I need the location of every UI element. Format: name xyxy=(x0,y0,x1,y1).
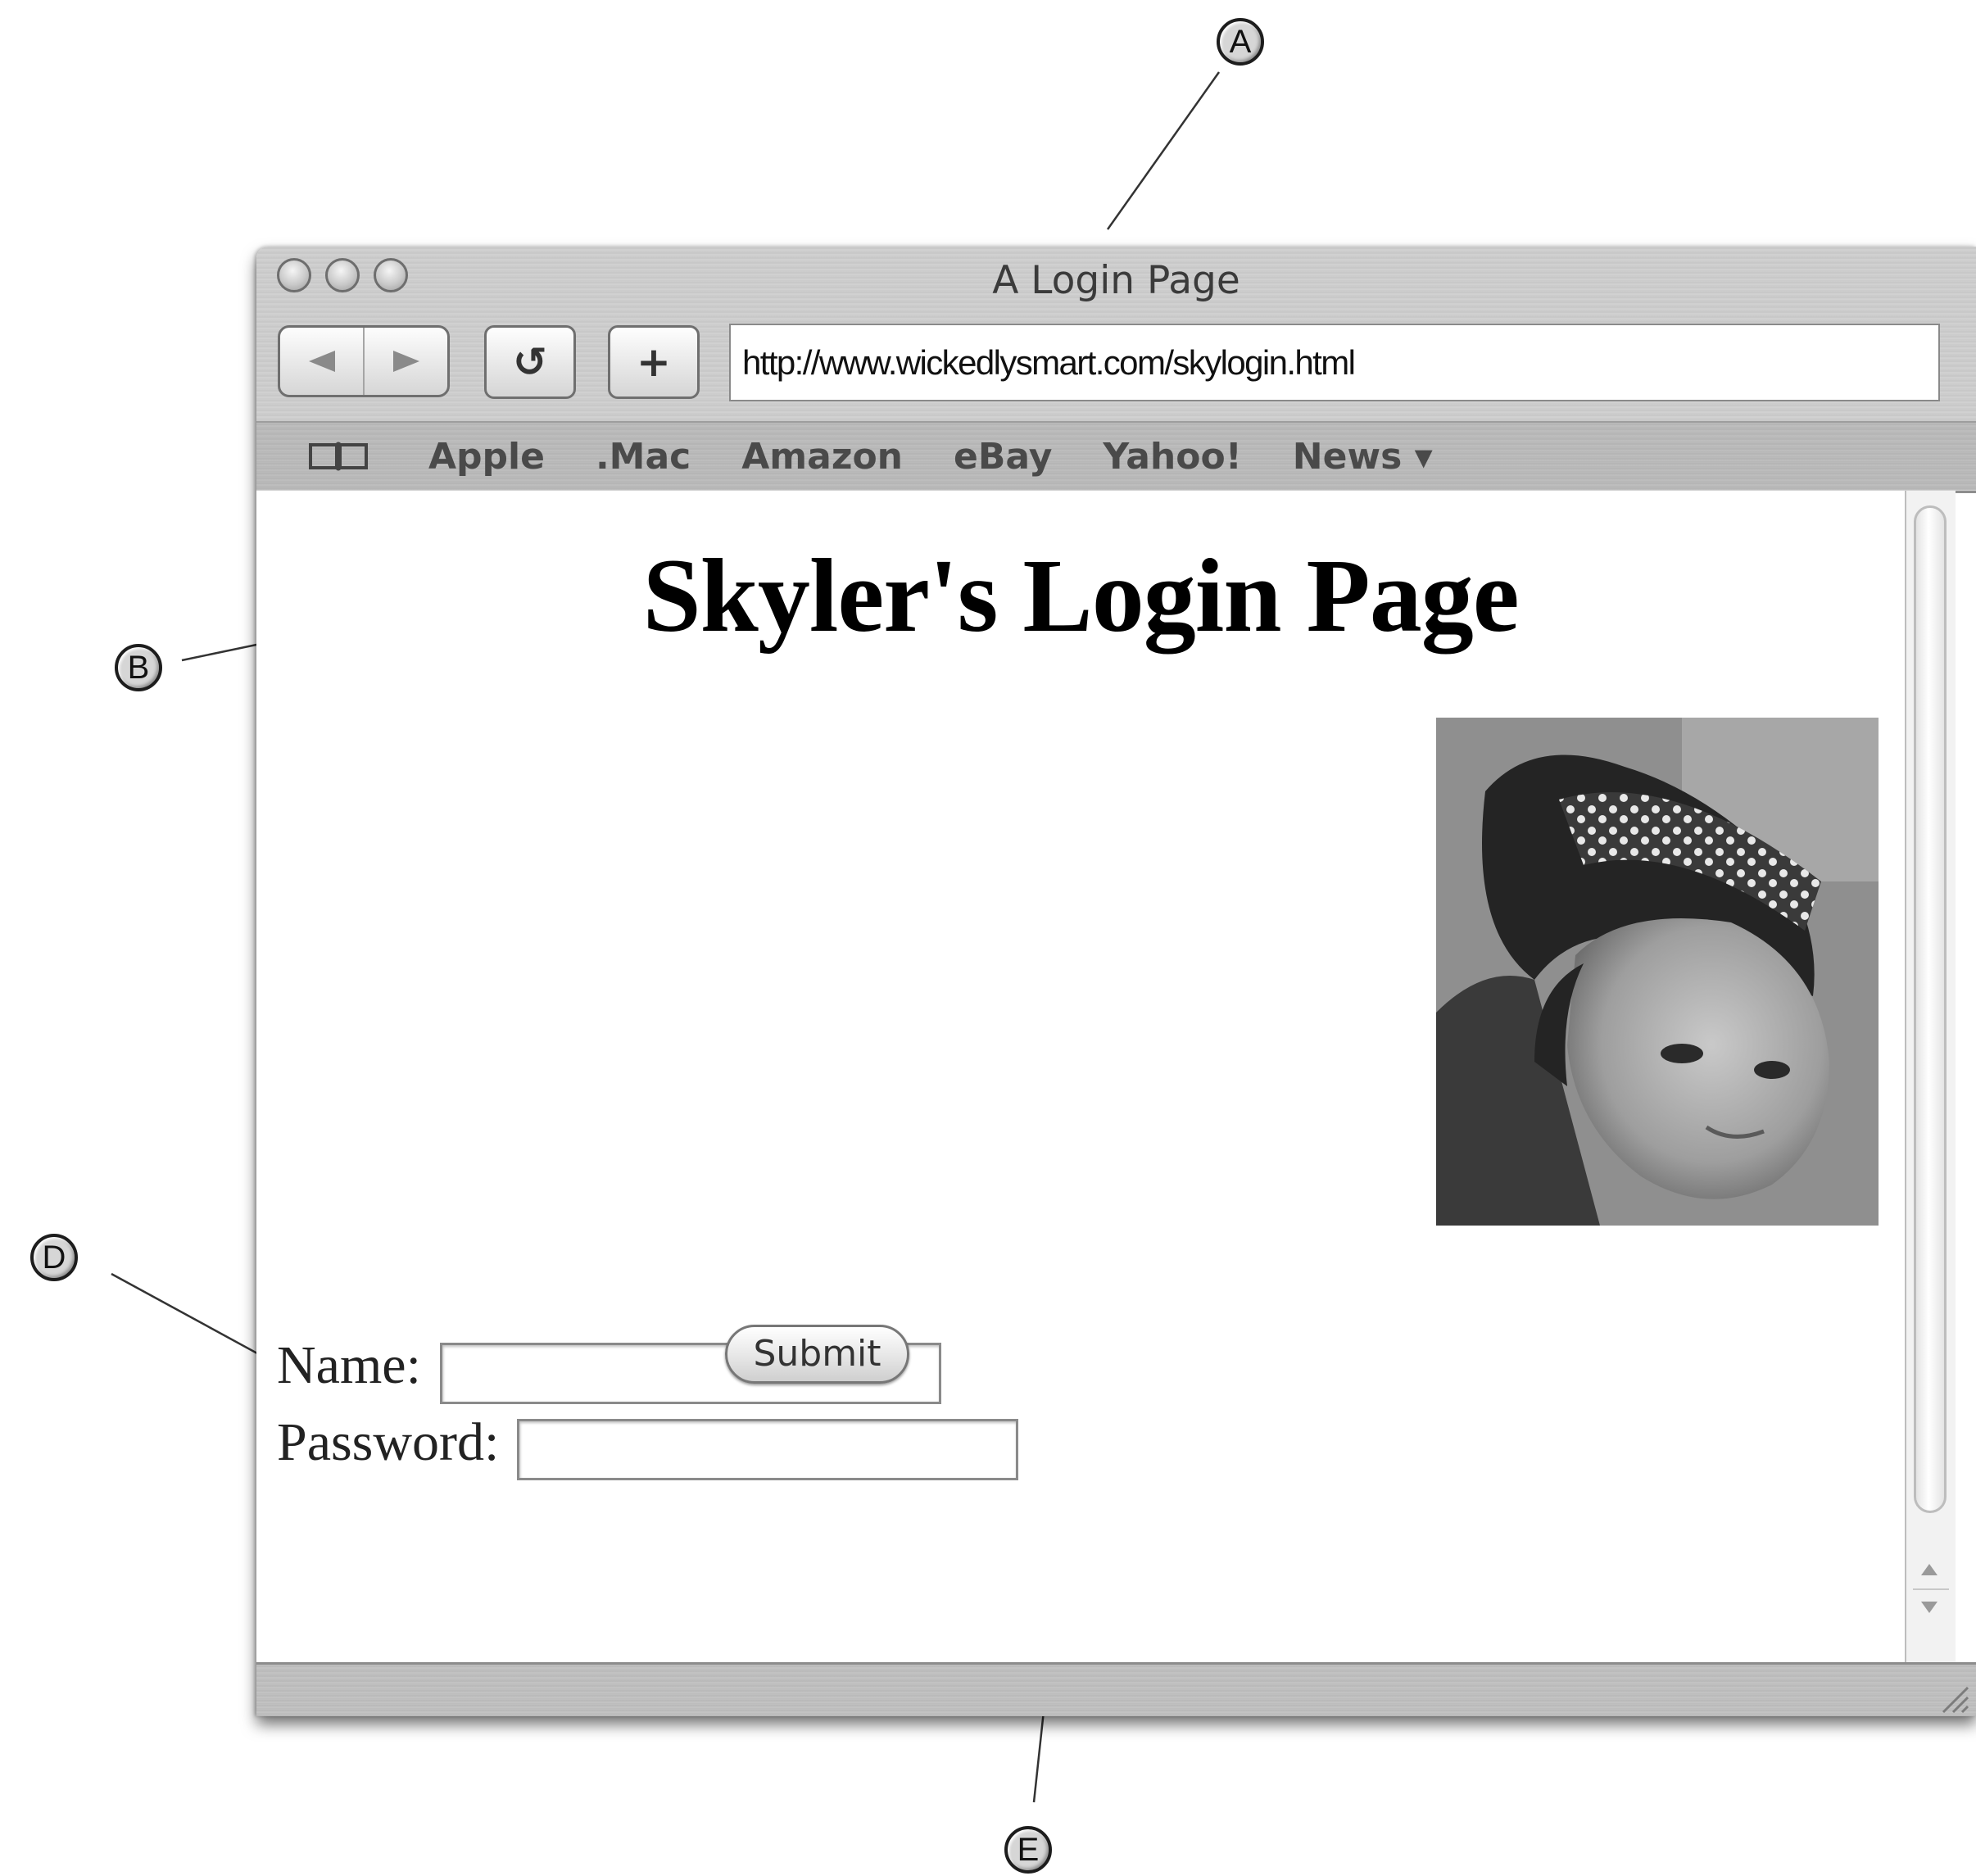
url-text: http://www.wickedlysmart.com/skylogin.ht… xyxy=(742,342,1356,382)
scroll-down-arrow-icon[interactable] xyxy=(1921,1602,1937,1613)
bookmarks-bar: Apple .Mac Amazon eBay Yahoo! News ▾ xyxy=(256,421,1976,490)
submit-label: Submit xyxy=(753,1332,881,1375)
callout-e: E xyxy=(1004,1826,1052,1874)
browser-window: A Login Page ↺ + http://www.wickedlysmar… xyxy=(256,247,1976,1716)
address-bar[interactable]: http://www.wickedlysmart.com/skylogin.ht… xyxy=(729,324,1940,401)
page-title: Skyler's Login Page xyxy=(642,537,1519,654)
back-arrow-icon xyxy=(308,351,335,372)
name-label: Name: xyxy=(277,1335,421,1395)
forward-arrow-icon xyxy=(392,351,419,372)
resize-grip-icon[interactable] xyxy=(1937,1681,1969,1714)
reload-icon: ↺ xyxy=(513,338,547,386)
back-forward-control xyxy=(278,325,450,397)
back-button[interactable] xyxy=(280,328,365,395)
submit-button[interactable]: Submit xyxy=(725,1325,909,1384)
reload-button[interactable]: ↺ xyxy=(484,325,576,399)
bookmarks-book-icon[interactable] xyxy=(306,440,371,473)
forward-button[interactable] xyxy=(365,328,447,395)
vertical-scrollbar[interactable] xyxy=(1905,491,1956,1662)
window-chrome: A Login Page ↺ + http://www.wickedlysmar… xyxy=(256,247,1976,493)
bookmark-mac[interactable]: .Mac xyxy=(596,436,691,478)
password-label: Password: xyxy=(277,1412,500,1472)
scrollbar-thumb[interactable] xyxy=(1914,505,1947,1513)
bookmark-amazon[interactable]: Amazon xyxy=(741,436,903,478)
status-bar xyxy=(256,1662,1976,1716)
callout-b: B xyxy=(115,644,162,691)
callout-d: D xyxy=(30,1234,78,1281)
scroll-up-arrow-icon[interactable] xyxy=(1921,1564,1937,1575)
profile-photo xyxy=(1436,718,1879,1226)
bookmark-apple[interactable]: Apple xyxy=(428,436,545,478)
add-bookmark-button[interactable]: + xyxy=(608,325,700,399)
window-title: A Login Page xyxy=(992,258,1240,303)
password-input[interactable] xyxy=(517,1419,1018,1480)
plus-icon: + xyxy=(637,338,671,386)
page-content: Skyler's Login Page Name: Password: xyxy=(256,491,1905,1662)
bookmark-news-menu[interactable]: News ▾ xyxy=(1293,436,1433,478)
callout-a: A xyxy=(1217,18,1264,66)
scroll-divider xyxy=(1913,1588,1949,1590)
photo-of-skyler xyxy=(1436,718,1879,1226)
bookmark-ebay[interactable]: eBay xyxy=(954,436,1052,478)
bookmark-yahoo[interactable]: Yahoo! xyxy=(1103,436,1241,478)
